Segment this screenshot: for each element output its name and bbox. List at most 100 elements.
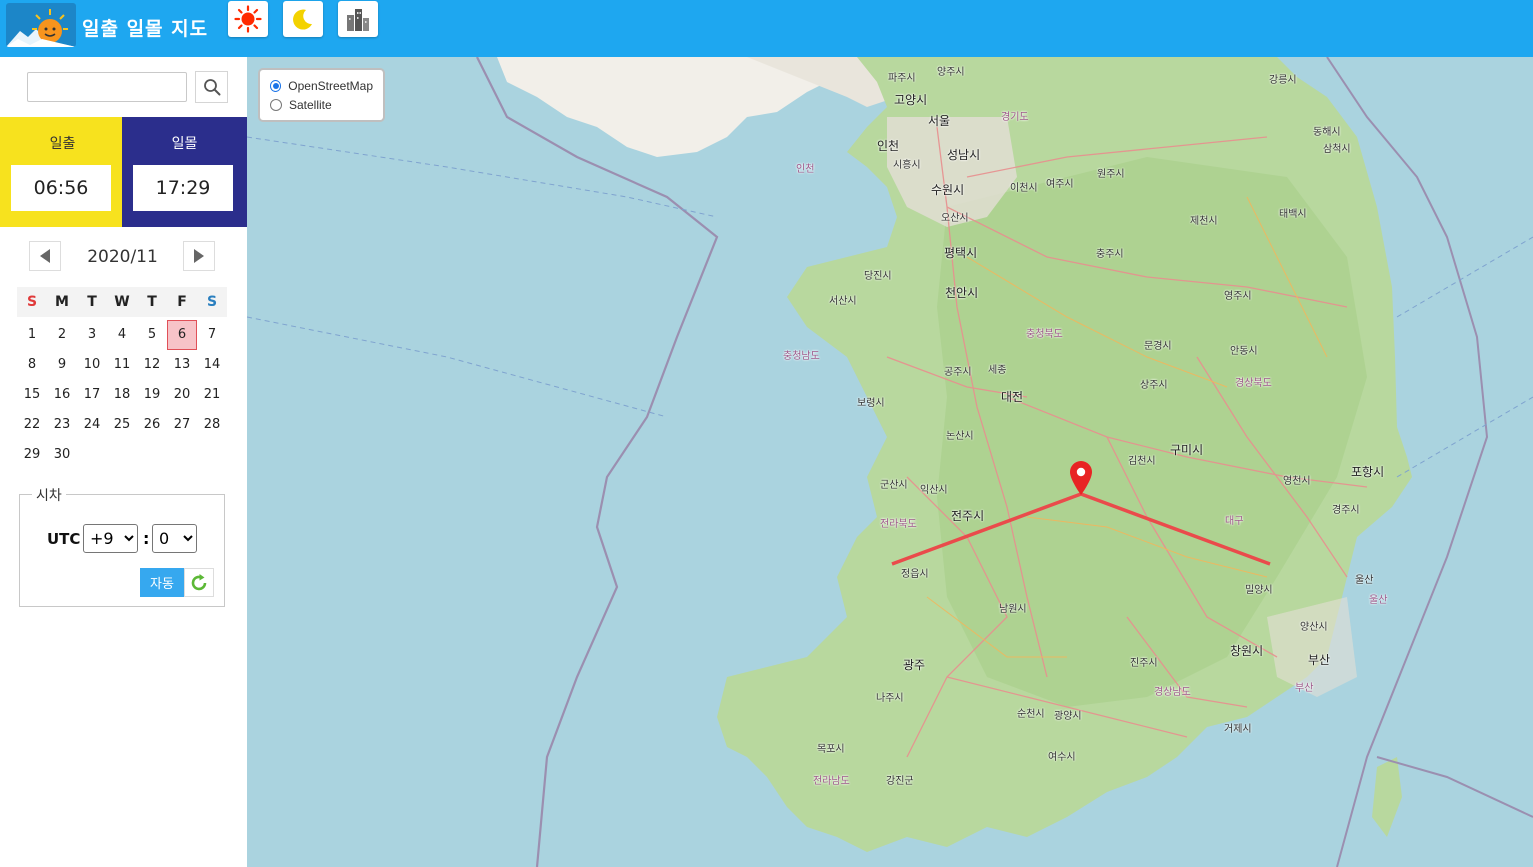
map-view[interactable]: OpenStreetMap Satellite 파주시 양주시 고양시 서울 경… (247, 57, 1533, 867)
map-label: 서산시 (829, 296, 857, 307)
map-label: 거제시 (1224, 724, 1252, 735)
sunrise-label: 일출 (49, 136, 76, 152)
calendar-day[interactable]: 29 (17, 440, 47, 470)
map-label: 서울 (928, 114, 951, 128)
layer-option-satellite[interactable]: Satellite (270, 95, 373, 114)
map-label: 삼척시 (1323, 144, 1351, 155)
map-label: 세종 (988, 365, 1007, 376)
calendar-day[interactable]: 30 (47, 440, 77, 470)
calendar-week-row: 1234567 (17, 320, 227, 350)
map-label: 진주시 (1130, 658, 1158, 669)
weekday-sun: S (26, 294, 38, 310)
search-input[interactable] (27, 72, 187, 102)
moon-mode-button[interactable] (283, 1, 323, 37)
next-month-button[interactable] (183, 241, 215, 271)
map-label: 태백시 (1279, 209, 1307, 220)
calendar-day[interactable]: 6 (167, 320, 197, 350)
calendar-day[interactable]: 10 (77, 350, 107, 380)
calendar-day[interactable]: 5 (137, 320, 167, 350)
calendar-day[interactable]: 28 (197, 410, 227, 440)
search-button[interactable] (195, 71, 228, 103)
calendar-day[interactable]: 11 (107, 350, 137, 380)
weekday-thu: T (147, 294, 157, 310)
map-label: 인천 (877, 139, 900, 153)
layer-radio-satellite[interactable] (270, 98, 282, 111)
map-label: 평택시 (944, 246, 978, 260)
calendar-day[interactable]: 12 (137, 350, 167, 380)
sunrise-time: 06:56 (11, 165, 111, 211)
map-label: 보령시 (857, 398, 885, 409)
calendar-day[interactable]: 4 (107, 320, 137, 350)
map-label: 전주시 (951, 509, 985, 523)
app-logo[interactable] (6, 3, 76, 47)
calendar-day[interactable]: 3 (77, 320, 107, 350)
map-label: 충청북도 (1026, 329, 1063, 340)
calendar-day[interactable]: 21 (197, 380, 227, 410)
calendar-day[interactable]: 14 (197, 350, 227, 380)
calendar-week-row: 15 16 17 18 19 20 21 (17, 380, 227, 410)
map-label: 충청남도 (783, 351, 820, 362)
calendar-day[interactable]: 7 (197, 320, 227, 350)
refresh-button[interactable] (184, 568, 214, 597)
map-label: 광양시 (1054, 711, 1082, 722)
utc-label: UTC (47, 530, 81, 548)
calendar-day[interactable]: 18 (107, 380, 137, 410)
layer-radio-osm[interactable] (270, 79, 282, 92)
sunset-panel: 일몰 17:29 (122, 117, 247, 227)
calendar-day[interactable]: 23 (47, 410, 77, 440)
calendar-day[interactable]: 13 (167, 350, 197, 380)
auto-timezone-button[interactable]: 자동 (140, 568, 184, 597)
calendar-day[interactable]: 8 (17, 350, 47, 380)
map-label: 구미시 (1170, 443, 1204, 457)
building-icon (347, 9, 369, 31)
prev-month-button[interactable] (29, 241, 61, 271)
sunrise-mode-button[interactable] (228, 1, 268, 37)
search-icon (203, 79, 220, 96)
map-label: 대전 (1001, 390, 1024, 404)
layer-option-osm[interactable]: OpenStreetMap (270, 76, 373, 95)
calendar-day[interactable]: 24 (77, 410, 107, 440)
layer-control: OpenStreetMap Satellite (258, 68, 385, 122)
utc-minute-select[interactable]: 0 (152, 524, 197, 553)
map-label: 창원시 (1230, 644, 1264, 658)
sunset-time: 17:29 (133, 165, 233, 211)
calendar-day[interactable]: 16 (47, 380, 77, 410)
calendar-week-row: 8 9 10 11 12 13 14 (17, 350, 227, 380)
map-label: 포항시 (1351, 465, 1385, 479)
map-label: 이천시 (1010, 183, 1038, 194)
calendar-empty-cell (167, 440, 197, 470)
map-label: 광주 (903, 658, 926, 672)
map-label: 군산시 (880, 480, 908, 491)
buildings-mode-button[interactable] (338, 1, 378, 37)
map-label: 제천시 (1190, 216, 1218, 227)
calendar-day[interactable]: 26 (137, 410, 167, 440)
map-label: 순천시 (1017, 709, 1045, 720)
calendar-day[interactable]: 20 (167, 380, 197, 410)
calendar-day[interactable]: 22 (17, 410, 47, 440)
sidebar: 일출 06:56 일몰 17:29 2020/11 S M T W T F S … (0, 57, 247, 867)
calendar-day[interactable]: 19 (137, 380, 167, 410)
calendar-week-row: 22 23 24 25 26 27 28 (17, 410, 227, 440)
layer-label-osm: OpenStreetMap (288, 78, 373, 93)
map-tiles (247, 57, 1533, 867)
utc-hour-select[interactable]: +9 (83, 524, 138, 553)
weekday-sat: S (206, 294, 218, 310)
calendar-day[interactable]: 1 (17, 320, 47, 350)
location-pin-icon[interactable] (1068, 460, 1094, 496)
calendar-day[interactable]: 15 (17, 380, 47, 410)
map-label: 고양시 (894, 93, 928, 107)
map-label: 익산시 (920, 485, 948, 496)
calendar-empty-cell (107, 440, 137, 470)
calendar-day[interactable]: 2 (47, 320, 77, 350)
calendar-day[interactable]: 17 (77, 380, 107, 410)
month-label: 2020/11 (87, 247, 158, 267)
map-label: 경상남도 (1154, 687, 1191, 698)
weekday-wed: W (114, 294, 130, 310)
map-label: 성남시 (947, 148, 981, 162)
calendar-day[interactable]: 25 (107, 410, 137, 440)
timezone-panel: 시차 UTC +9 : 0 자동 (19, 485, 225, 607)
map-label: 강진군 (886, 776, 914, 787)
calendar-day[interactable]: 9 (47, 350, 77, 380)
calendar-day[interactable]: 27 (167, 410, 197, 440)
map-label: 부산 (1295, 683, 1314, 694)
